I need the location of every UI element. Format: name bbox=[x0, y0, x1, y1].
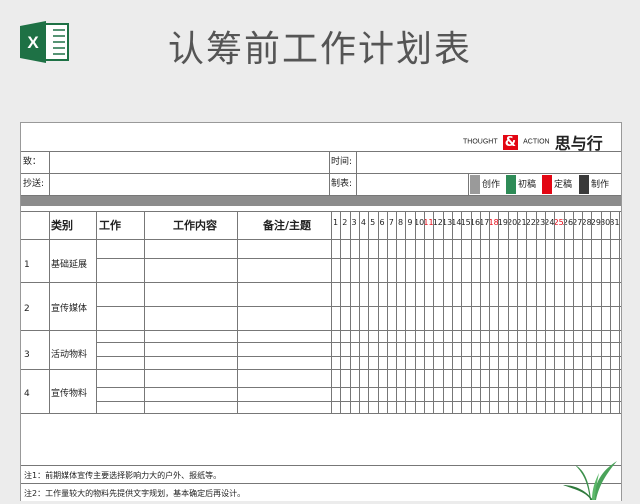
plant-icon bbox=[555, 455, 625, 500]
brand-amp: & bbox=[502, 134, 519, 150]
header-content: 工作内容 bbox=[173, 219, 217, 232]
row-category: 基础延展 bbox=[51, 260, 88, 270]
header-work: 工作 bbox=[99, 219, 121, 232]
row-category: 宣传媒体 bbox=[51, 304, 88, 314]
row-category: 宣传物料 bbox=[51, 389, 88, 399]
status-swatch-draft bbox=[470, 175, 480, 194]
to-field[interactable] bbox=[53, 154, 325, 170]
status-label: 制作 bbox=[591, 180, 610, 190]
made-field[interactable] bbox=[360, 176, 464, 192]
status-label: 定稿 bbox=[554, 180, 573, 190]
to-label: 致： bbox=[23, 157, 42, 167]
row-number: 1 bbox=[24, 260, 30, 270]
header-remark: 备注/主题 bbox=[263, 219, 312, 232]
section-divider bbox=[21, 196, 621, 206]
brand-thought: THOUGHT bbox=[463, 138, 498, 146]
status-label: 创作 bbox=[482, 180, 501, 190]
brand-logo: THOUGHT & ACTION 思与行 bbox=[463, 130, 603, 153]
row-number: 4 bbox=[24, 389, 30, 399]
time-field[interactable] bbox=[360, 154, 615, 170]
time-label: 时间: bbox=[331, 157, 353, 167]
row-category: 活动物料 bbox=[51, 350, 88, 360]
note: 注1：前期媒体宣传主要选择影响力大的户外、报纸等。 bbox=[24, 471, 222, 480]
status-swatch-production bbox=[579, 175, 589, 194]
status-label: 初稿 bbox=[518, 180, 537, 190]
cc-label: 抄送: bbox=[23, 179, 45, 189]
cc-field[interactable] bbox=[53, 176, 325, 192]
status-swatch-first bbox=[506, 175, 516, 194]
status-swatch-final bbox=[542, 175, 552, 194]
note: 注2：工作量较大的物料先提供文字规划，基本确定后再设计。 bbox=[24, 489, 246, 498]
row-number: 2 bbox=[24, 304, 30, 314]
brand-action: ACTION bbox=[523, 138, 550, 146]
worksheet: THOUGHT & ACTION 思与行 致： 抄送: 时间: 制表: 创作 初… bbox=[20, 122, 622, 501]
header-category: 类别 bbox=[51, 219, 73, 232]
made-label: 制表: bbox=[331, 179, 353, 189]
row-number: 3 bbox=[24, 350, 30, 360]
page-title: 认筹前工作计划表 bbox=[167, 29, 472, 70]
